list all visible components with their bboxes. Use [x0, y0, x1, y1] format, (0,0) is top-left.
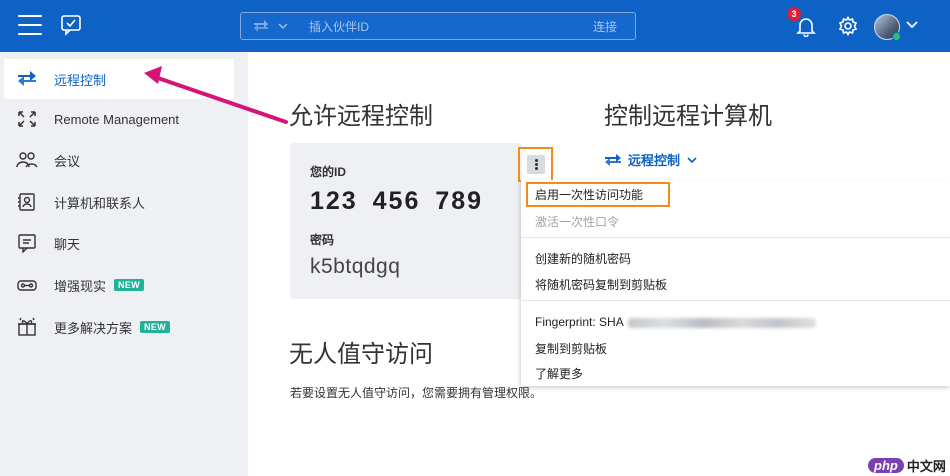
sidebar-item-computers-contacts[interactable]: 计算机和联系人: [4, 182, 234, 222]
menu-item-fingerprint: Fingerprint: SHA: [535, 315, 816, 329]
allow-remote-control-heading: 允许远程控制: [289, 103, 433, 130]
arrows-exchange-icon: [605, 153, 621, 166]
chevron-down-icon: [687, 156, 697, 163]
sidebar-item-augmented-reality[interactable]: 增强现实 NEW: [4, 265, 234, 305]
options-dropdown-menu: 启用一次性访问功能 激活一次性口令 创建新的随机密码 将随机密码复制到剪贴板 F…: [521, 180, 950, 386]
annotation-arrow: [144, 66, 288, 124]
id-password-card: 您的ID 123 456 789 密码 k5btqdgq: [290, 143, 522, 299]
sidebar-item-label: 更多解决方案: [54, 320, 133, 336]
password-value: k5btqdgq: [310, 255, 401, 278]
chat-icon: [18, 234, 36, 253]
id-value: 123 456 789: [310, 187, 484, 215]
chevron-down-icon[interactable]: [277, 19, 289, 33]
sidebar-item-label: 会议: [54, 153, 81, 169]
user-avatar[interactable]: [874, 14, 901, 41]
people-icon: [16, 152, 38, 168]
feedback-chat-icon[interactable]: [60, 14, 82, 36]
ar-glasses-icon: [17, 280, 37, 291]
fingerprint-label: Fingerprint: SHA: [535, 315, 624, 329]
sidebar-item-meeting[interactable]: 会议: [4, 140, 234, 180]
new-badge: NEW: [114, 279, 144, 291]
new-badge: NEW: [140, 321, 170, 333]
gift-icon: [18, 317, 36, 336]
password-label: 密码: [310, 233, 335, 247]
unattended-access-description: 若要设置无人值守访问，您需要拥有管理权限。: [290, 386, 543, 400]
contact-card-icon: [18, 193, 35, 211]
sidebar-item-label: 计算机和联系人: [54, 195, 146, 211]
menu-item-activate-one-time-password: 激活一次性口令: [535, 215, 620, 229]
sidebar-item-more-solutions[interactable]: 更多解决方案 NEW: [4, 307, 234, 347]
control-remote-computer-heading: 控制远程计算机: [604, 103, 772, 130]
kebab-highlight-box: [518, 147, 553, 182]
menu-separator: [521, 237, 950, 238]
hamburger-menu-icon[interactable]: [18, 15, 42, 35]
notification-count-badge: 3: [787, 7, 801, 21]
kebab-menu-icon[interactable]: [527, 155, 545, 174]
connect-button[interactable]: 连接: [593, 18, 617, 35]
menu-item-copy-to-clipboard[interactable]: 复制到剪贴板: [535, 340, 607, 357]
gear-icon[interactable]: [838, 16, 858, 36]
partner-id-input[interactable]: [309, 17, 559, 37]
id-label: 您的ID: [310, 165, 347, 179]
unattended-access-heading: 无人值守访问: [289, 341, 433, 368]
remote-control-mode-dropdown[interactable]: 远程控制: [604, 150, 698, 169]
watermark: php 中文网: [868, 456, 946, 475]
menu-item-learn-more[interactable]: 了解更多: [535, 365, 583, 382]
sidebar-item-label: 聊天: [54, 236, 81, 252]
menu-item-highlight-box: [526, 182, 670, 207]
online-status-dot: [892, 32, 901, 41]
watermark-text: 中文网: [906, 459, 946, 474]
sidebar-item-label: 增强现实: [54, 278, 107, 294]
remote-control-mode-label: 远程控制: [628, 153, 681, 168]
blurred-fingerprint-value: [627, 317, 816, 328]
menu-item-copy-random-password[interactable]: 将随机密码复制到剪贴板: [535, 276, 667, 293]
top-bar: 连接 3: [0, 0, 950, 52]
arrows-exchange-icon: [18, 71, 36, 86]
arrows-exchange-icon[interactable]: [253, 19, 269, 33]
chevron-down-icon[interactable]: [905, 19, 919, 31]
expand-icon: [18, 111, 36, 127]
partner-id-search: 连接: [240, 12, 636, 40]
sidebar-item-label: 远程控制: [54, 72, 107, 88]
menu-separator: [521, 300, 950, 301]
sidebar-item-chat[interactable]: 聊天: [4, 223, 234, 263]
watermark-logo: php: [868, 458, 904, 473]
menu-item-create-random-password[interactable]: 创建新的随机密码: [535, 250, 631, 267]
